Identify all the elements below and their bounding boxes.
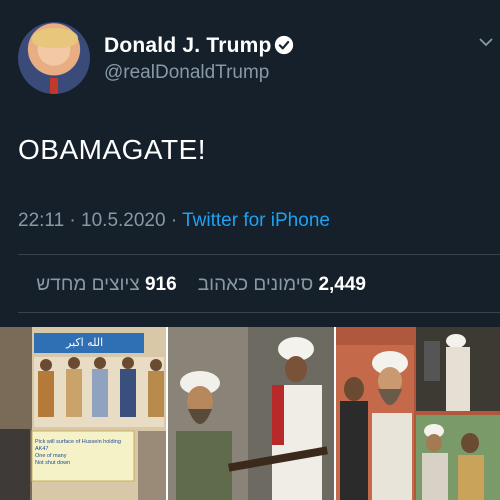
caption-line: Pick will surface of Hussein holding AK4… [35, 439, 121, 452]
attached-photo-collage[interactable]: الله اكبر Pick will surface of Hussein h… [0, 327, 500, 500]
collage-photo-3[interactable] [336, 327, 500, 500]
caption-line: One of many [35, 453, 67, 459]
collage-caption: Pick will surface of Hussein holding AK4… [35, 439, 131, 467]
divider [18, 312, 500, 313]
collage-photo-2[interactable] [168, 327, 334, 500]
collage-photo-1[interactable]: الله اكبر Pick will surface of Hussein h… [0, 327, 166, 500]
tweet-card[interactable]: Donald J. Trump @realDonaldTrump OBAMAGA… [0, 0, 500, 327]
verified-badge-icon [274, 35, 294, 55]
retweets-label[interactable]: ציוצים מחדש [36, 274, 139, 295]
likes-count[interactable]: 2,449 [318, 274, 366, 295]
retweets-count[interactable]: 916 [145, 274, 177, 295]
user-handle[interactable]: @realDonaldTrump [104, 62, 269, 84]
avatar-hair [32, 28, 78, 48]
meta-separator: · [69, 210, 82, 231]
profile-avatar[interactable] [18, 22, 90, 94]
tweet-date[interactable]: 10.5.2020 [81, 210, 166, 231]
collage-banner-text: الله اكبر [66, 336, 104, 349]
collage-photo-2-image [168, 327, 334, 500]
chevron-down-icon[interactable] [478, 36, 494, 48]
caption-line: Not shut down [35, 460, 71, 466]
tweet-time[interactable]: 22:11 [18, 210, 64, 231]
divider [18, 254, 500, 255]
avatar-tie [50, 78, 58, 94]
tweet-stats: 2,449 סימונים כאהוב 916 ציוצים מחדש [36, 274, 366, 296]
tweet-meta: 22:11 · 10.5.2020 · Twitter for iPhone [18, 210, 330, 232]
meta-separator: · [170, 210, 183, 231]
likes-label[interactable]: סימונים כאהוב [198, 274, 313, 295]
tweet-source-link[interactable]: Twitter for iPhone [182, 210, 330, 231]
collage-photo-1-image [0, 327, 166, 500]
collage-photo-3-image [336, 327, 500, 500]
tweet-text: OBAMAGATE! [18, 134, 207, 165]
display-name[interactable]: Donald J. Trump [104, 34, 272, 58]
